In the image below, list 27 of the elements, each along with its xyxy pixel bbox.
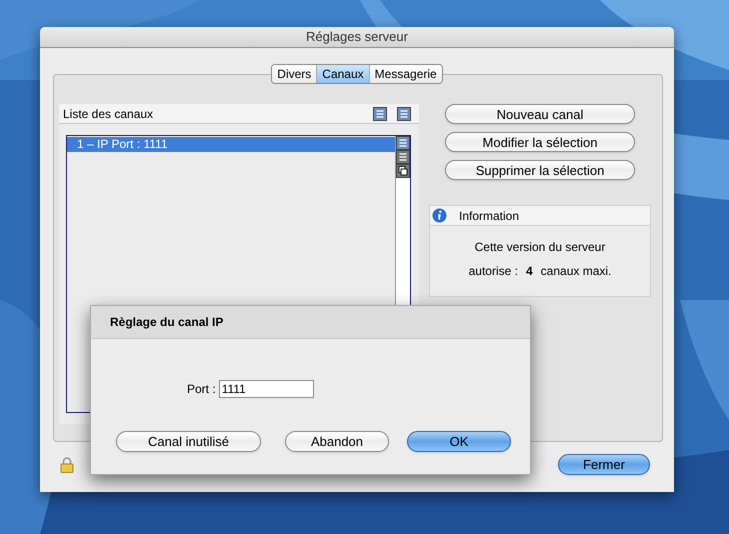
dialog-button[interactable]: OK: [407, 431, 511, 452]
action-button[interactable]: Modifier la sélection: [445, 132, 635, 152]
action-button[interactable]: Supprimer la sélection: [445, 160, 635, 180]
list-title: Liste des canaux: [63, 106, 154, 122]
channel-count: 4: [526, 263, 533, 280]
dialog-button[interactable]: Canal inutilisé: [116, 431, 261, 452]
dialog-button[interactable]: Abandon: [285, 431, 389, 452]
list-export-icon[interactable]: [397, 106, 411, 120]
list-icon[interactable]: [396, 150, 410, 164]
list-icon[interactable]: [396, 136, 410, 150]
tab[interactable]: Divers: [272, 65, 316, 83]
list-import-icon[interactable]: [373, 106, 387, 120]
information-text: canaux maxi.: [540, 263, 612, 280]
copy-icon[interactable]: [396, 164, 410, 178]
tab[interactable]: Messagerie: [368, 65, 442, 83]
port-label: Port :: [187, 381, 216, 398]
information-text: autorise :: [468, 263, 518, 280]
dialog-title: Règlage du canal IP: [110, 314, 224, 331]
lock-icon[interactable]: [60, 456, 74, 472]
information-title: Information: [459, 208, 520, 224]
tab[interactable]: Canaux: [316, 65, 369, 83]
port-field[interactable]: 1111: [218, 380, 314, 398]
window-title: Réglages serveur: [306, 28, 408, 46]
close-button[interactable]: Fermer: [558, 454, 650, 475]
information-text: Cette version du serveur: [474, 239, 606, 256]
list-item[interactable]: 1 – IP Port : 1111: [67, 137, 395, 152]
action-button[interactable]: Nouveau canal: [445, 104, 635, 124]
